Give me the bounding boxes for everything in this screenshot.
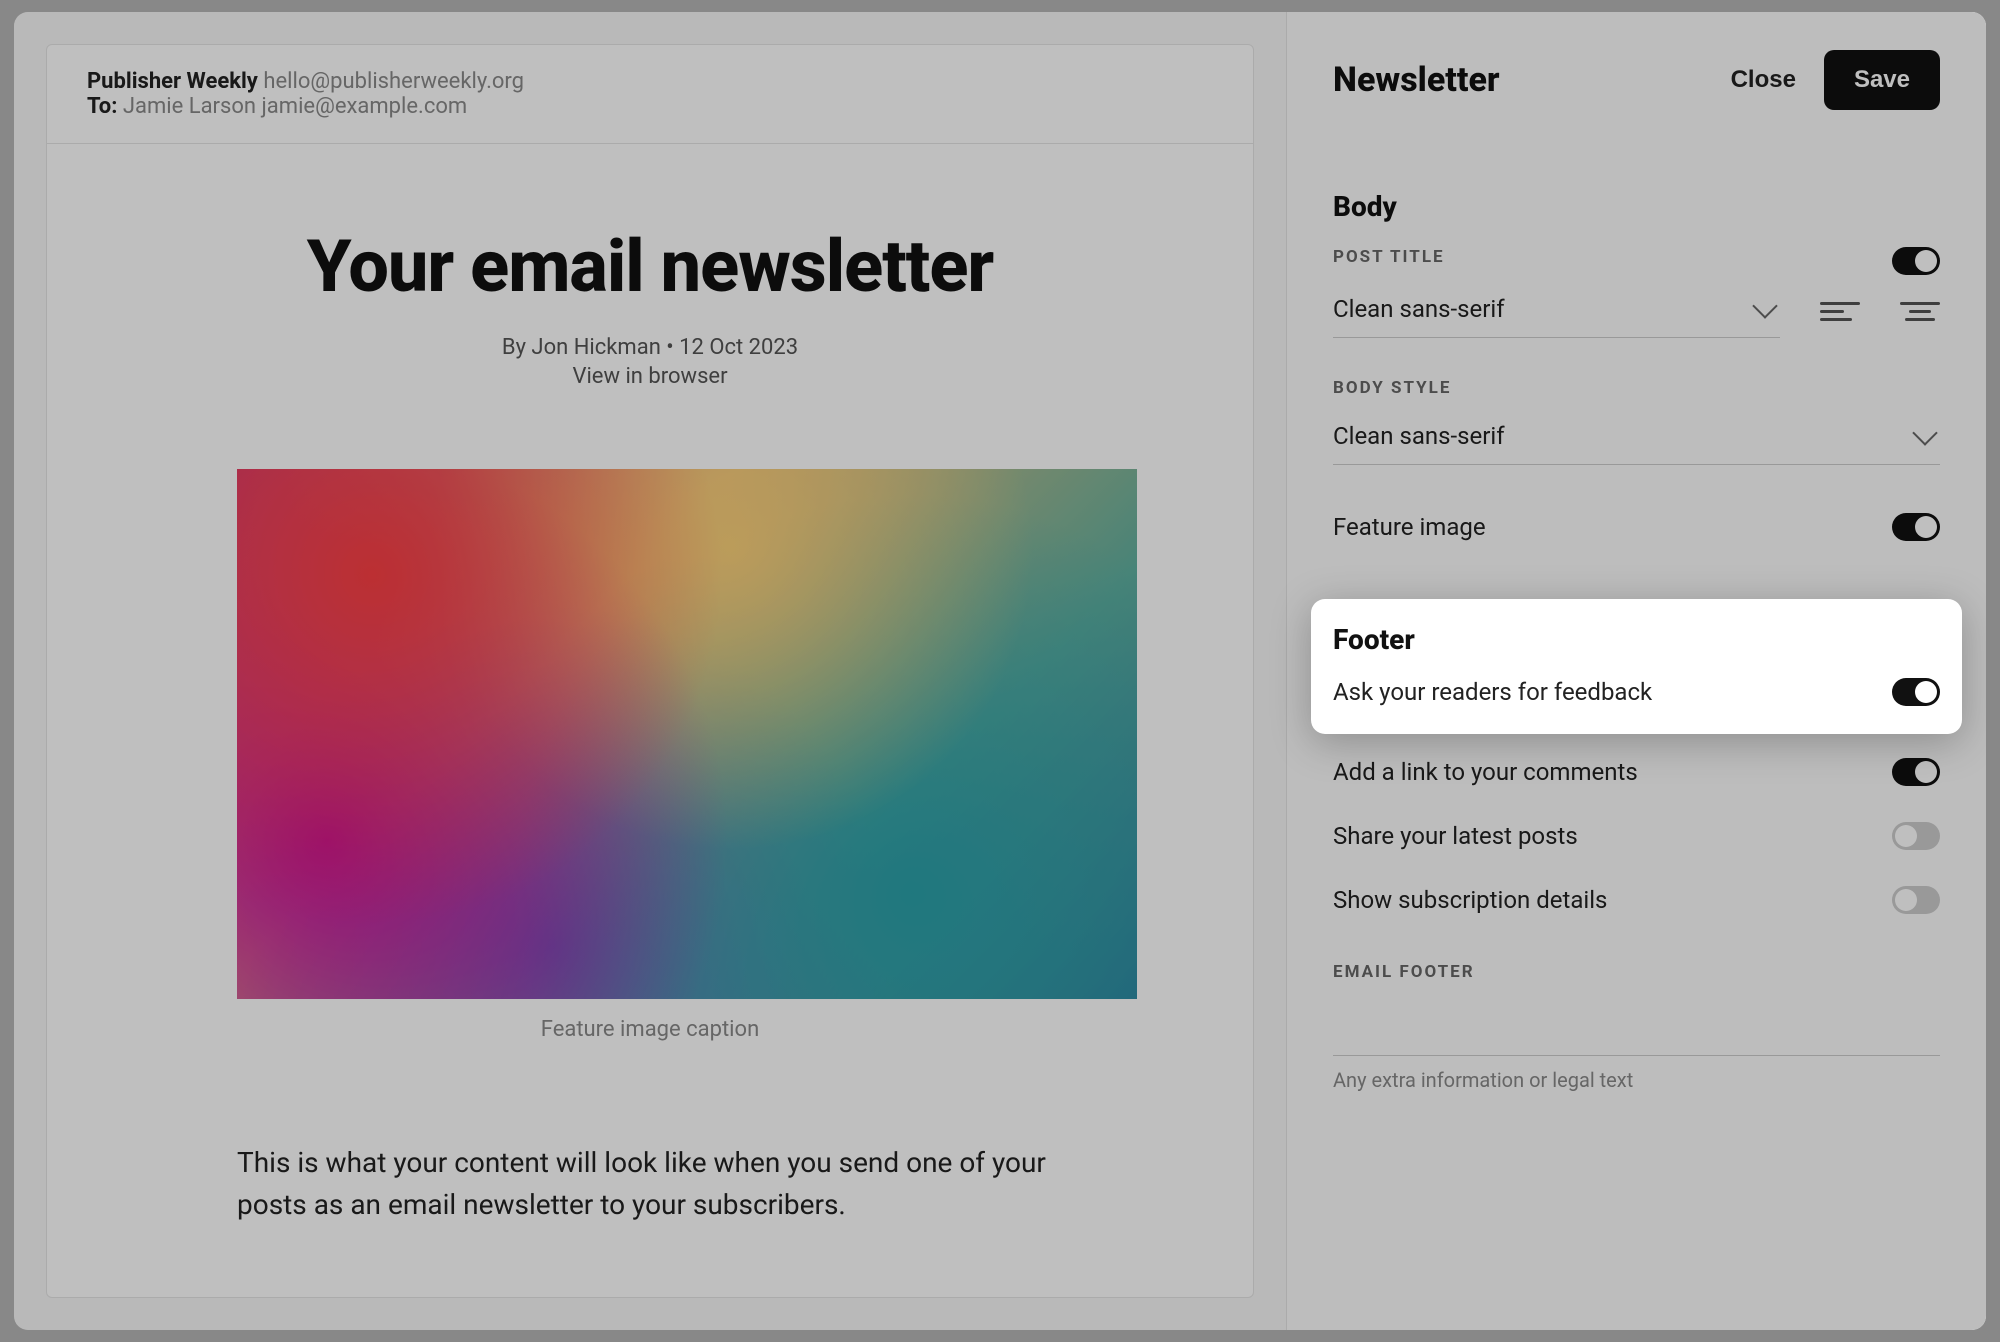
align-center-button[interactable] <box>1900 292 1940 332</box>
newsletter-title: Your email newsletter <box>237 224 1063 309</box>
to-name: Jamie Larson <box>123 94 256 119</box>
post-title-label: POST TITLE <box>1333 247 1872 267</box>
footer-section-heading: Footer <box>1333 623 1940 656</box>
body-section: Body POST TITLE Clean sans-serif <box>1333 190 1940 559</box>
body-style-font-select[interactable]: Clean sans-serif <box>1333 412 1940 465</box>
body-style-font-value: Clean sans-serif <box>1333 422 1505 450</box>
email-header: Publisher Weekly hello@publisherweekly.o… <box>47 45 1253 144</box>
footer-section-highlight: Footer Ask your readers for feedback <box>1311 599 1962 734</box>
email-footer-input[interactable] <box>1333 996 1940 1056</box>
footer-item-label: Ask your readers for feedback <box>1333 678 1652 706</box>
feature-image-toggle[interactable] <box>1892 513 1940 541</box>
body-preview-text: This is what your content will look like… <box>237 1142 1063 1226</box>
feature-image <box>237 469 1137 999</box>
align-left-button[interactable] <box>1820 292 1860 332</box>
email-footer-helper: Any extra information or legal text <box>1333 1068 1940 1092</box>
email-preview-card: Publisher Weekly hello@publisherweekly.o… <box>46 44 1254 1298</box>
email-footer-label: EMAIL FOOTER <box>1333 962 1940 982</box>
subscription-details-toggle[interactable] <box>1892 886 1940 914</box>
save-button[interactable]: Save <box>1824 50 1940 110</box>
panel-title: Newsletter <box>1333 60 1500 100</box>
post-title-font-select[interactable]: Clean sans-serif <box>1333 285 1780 338</box>
to-email: jamie@example.com <box>262 94 468 119</box>
from-email: hello@publisherweekly.org <box>263 69 524 94</box>
latest-posts-toggle[interactable] <box>1892 822 1940 850</box>
chevron-down-icon <box>1912 420 1937 445</box>
footer-item-label: Share your latest posts <box>1333 822 1578 850</box>
footer-item-label: Show subscription details <box>1333 886 1607 914</box>
feature-image-label: Feature image <box>1333 513 1486 541</box>
footer-item-label: Add a link to your comments <box>1333 758 1638 786</box>
comments-link-toggle[interactable] <box>1892 758 1940 786</box>
from-name: Publisher Weekly <box>87 69 258 94</box>
settings-panel: Newsletter Close Save Body POST TITLE <box>1286 12 1986 1330</box>
feature-image-caption: Feature image caption <box>237 1017 1063 1042</box>
post-title-toggle[interactable] <box>1892 247 1940 275</box>
post-title-font-value: Clean sans-serif <box>1333 295 1505 323</box>
view-in-browser-link[interactable]: View in browser <box>237 364 1063 389</box>
chevron-down-icon <box>1752 293 1777 318</box>
feedback-toggle[interactable] <box>1892 678 1940 706</box>
close-button[interactable]: Close <box>1731 66 1796 94</box>
email-preview-pane: Publisher Weekly hello@publisherweekly.o… <box>14 12 1286 1330</box>
byline: By Jon Hickman • 12 Oct 2023 <box>237 335 1063 360</box>
body-section-heading: Body <box>1333 190 1940 223</box>
to-label: To: <box>87 94 117 119</box>
body-style-label: BODY STYLE <box>1333 378 1940 398</box>
